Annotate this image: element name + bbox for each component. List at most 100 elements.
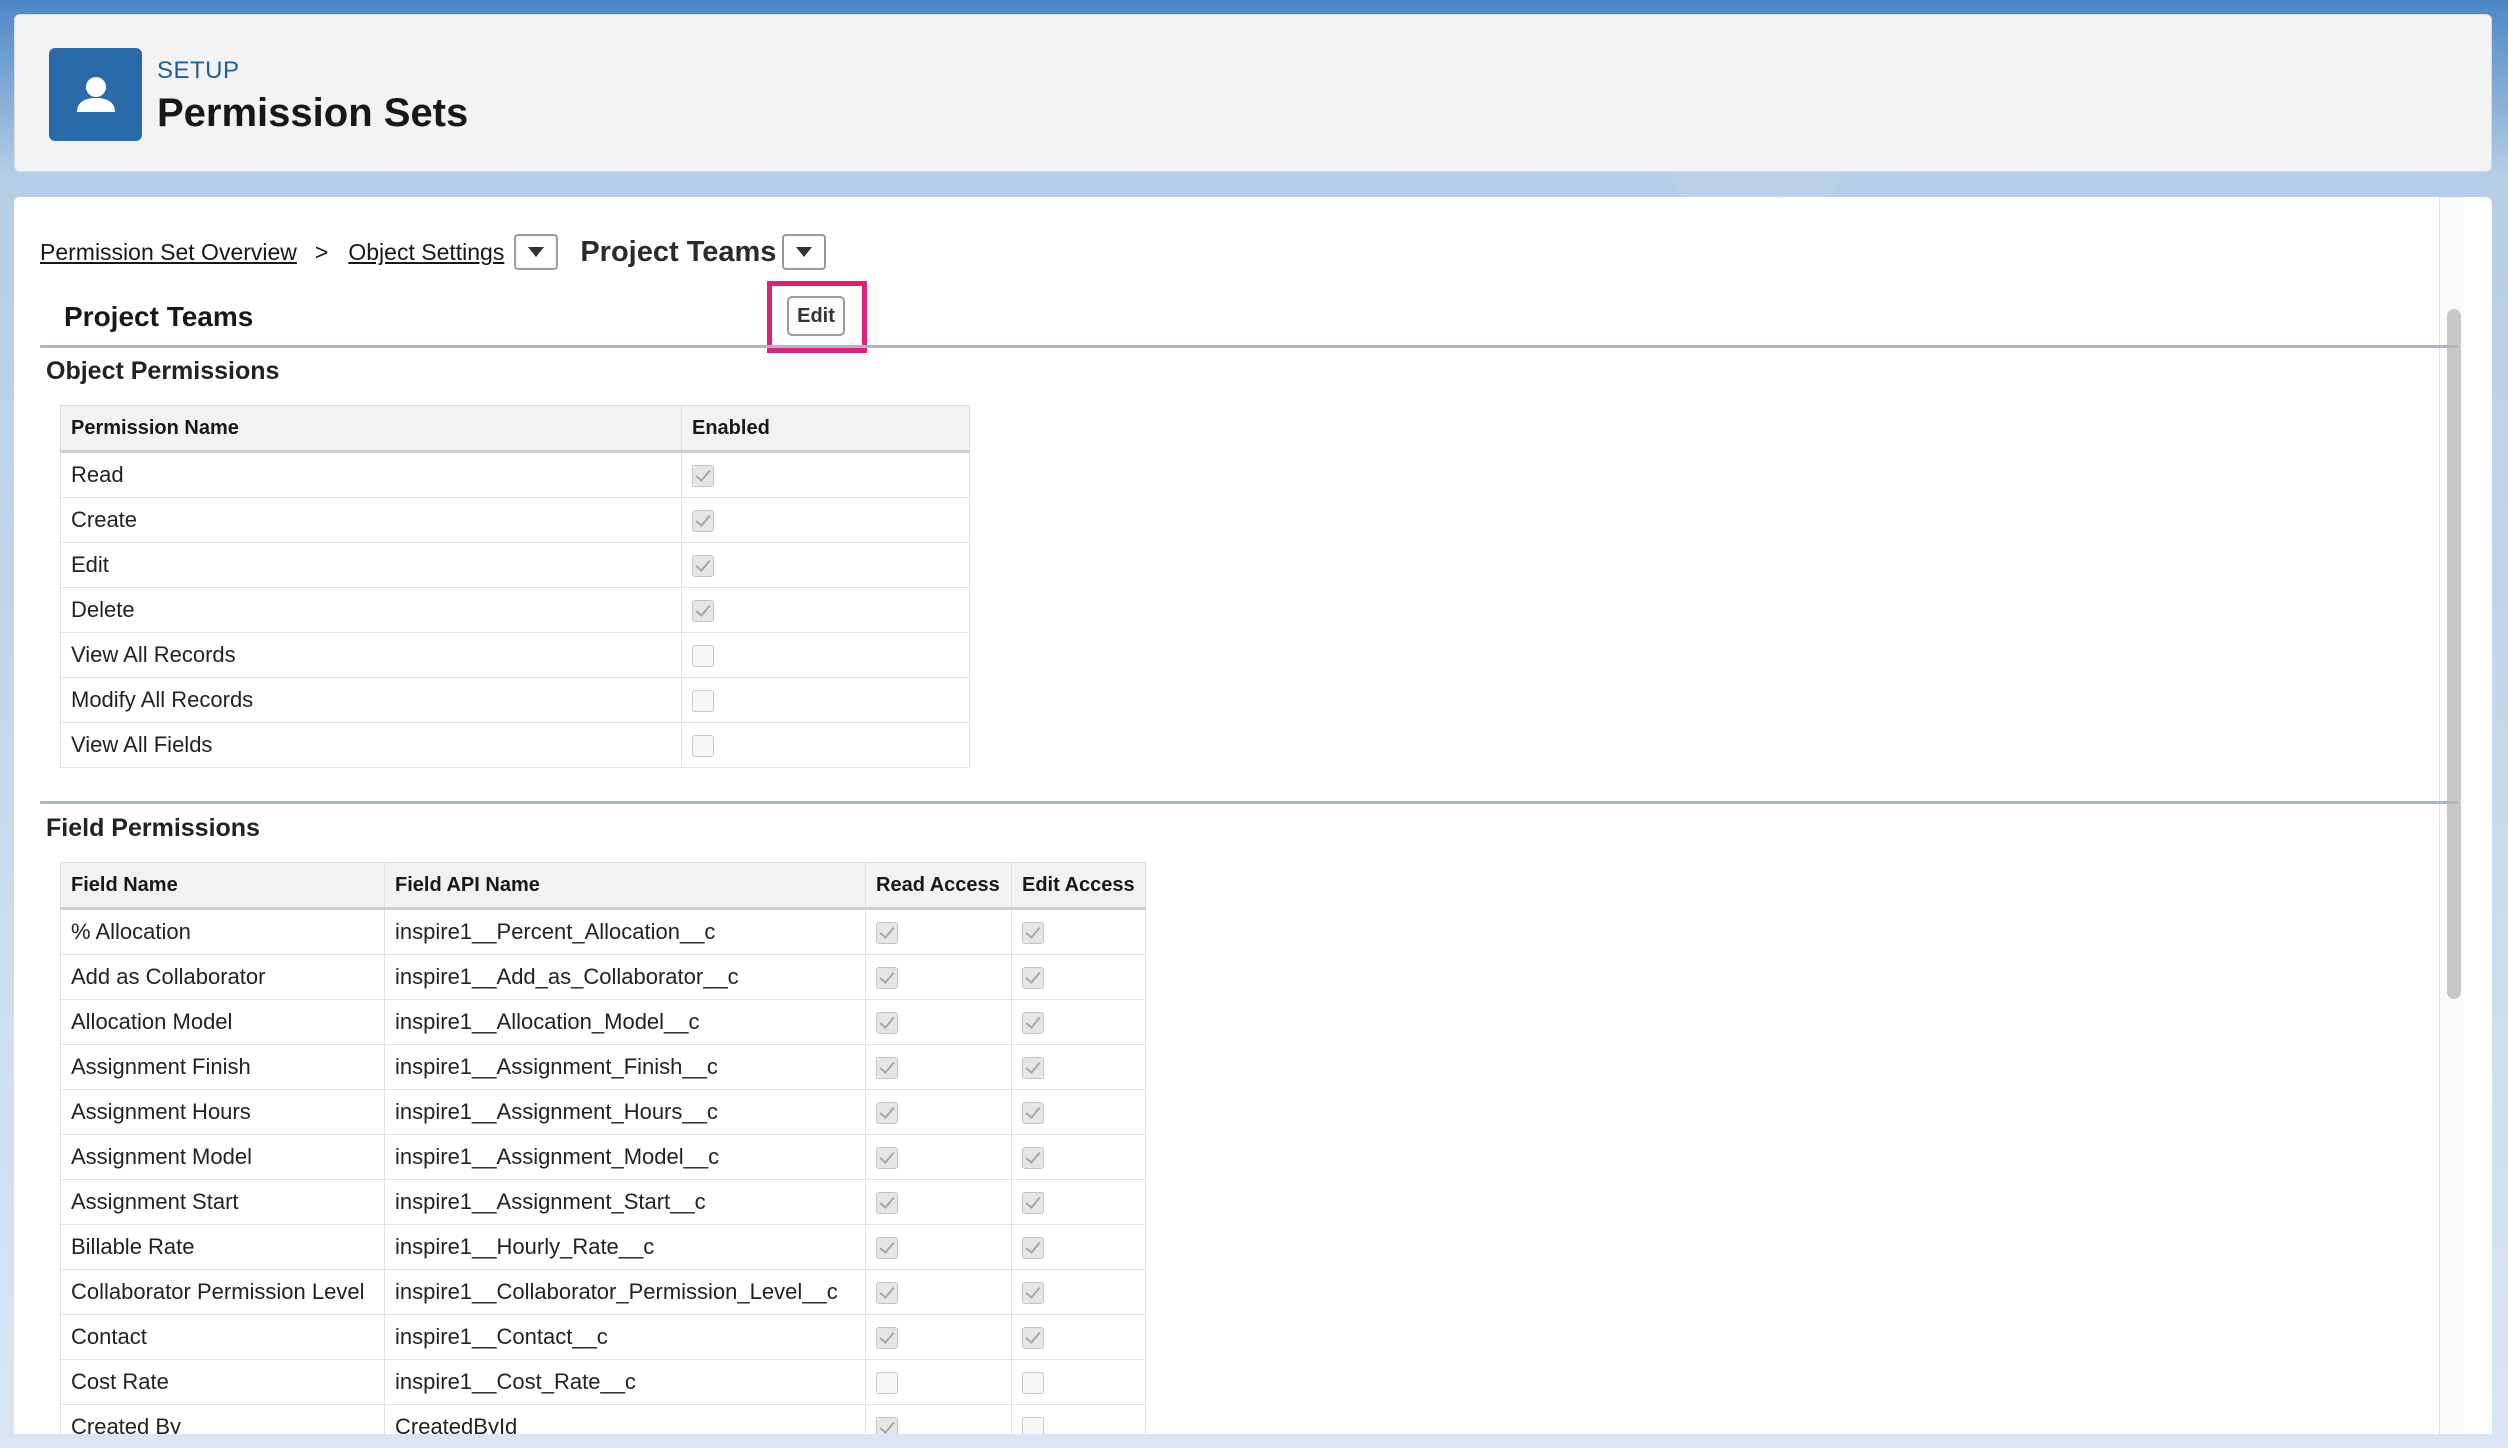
content-panel: Permission Set Overview > Object Setting…	[14, 197, 2492, 1434]
read-access-cell	[865, 1179, 1012, 1225]
read-access-cell	[865, 1404, 1012, 1434]
table-row: Cost Rate inspire1__Cost_Rate__c	[60, 1359, 1146, 1405]
table-row: Edit	[60, 542, 970, 588]
permission-name: Edit	[60, 542, 682, 588]
field-api-name: inspire1__Assignment_Hours__c	[384, 1089, 866, 1135]
breadcrumb-current: Project Teams	[580, 235, 777, 268]
edit-access-checkbox	[1022, 1192, 1044, 1215]
edit-access-checkbox	[1022, 1057, 1044, 1080]
field-permissions-table: Field Name Field API Name Read Access Ed…	[60, 862, 1146, 1434]
user-icon	[49, 48, 142, 141]
column-header: Field API Name	[384, 862, 866, 910]
permission-name: Modify All Records	[60, 677, 682, 723]
permission-name: Read	[60, 451, 682, 498]
edit-access-cell	[1011, 1359, 1146, 1405]
permission-name: View All Fields	[60, 722, 682, 768]
field-api-name: CreatedById	[384, 1404, 866, 1434]
edit-access-checkbox	[1022, 1102, 1044, 1125]
read-access-checkbox	[876, 1012, 898, 1035]
read-access-cell	[865, 1224, 1012, 1270]
field-api-name: inspire1__Add_as_Collaborator__c	[384, 954, 866, 1000]
section-title: Project Teams	[64, 301, 254, 332]
field-api-name: inspire1__Contact__c	[384, 1314, 866, 1360]
field-name: Assignment Hours	[60, 1089, 385, 1135]
read-access-cell	[865, 1044, 1012, 1090]
column-header: Permission Name	[60, 405, 682, 453]
field-api-name: inspire1__Collaborator_Permission_Level_…	[384, 1269, 866, 1315]
table-row: Created By CreatedById	[60, 1404, 1146, 1434]
column-header: Edit Access	[1011, 862, 1146, 910]
scrollbar-thumb[interactable]	[2447, 309, 2461, 999]
table-row: Read	[60, 451, 970, 498]
column-header: Field Name	[60, 862, 385, 910]
read-access-checkbox	[876, 1147, 898, 1170]
edit-access-cell	[1011, 1044, 1146, 1090]
object-permissions-table: Permission Name Enabled Read Create Edit De…	[60, 405, 970, 768]
read-access-checkbox	[876, 1327, 898, 1350]
field-api-name: inspire1__Assignment_Finish__c	[384, 1044, 866, 1090]
edit-access-cell	[1011, 1089, 1146, 1135]
field-name: Allocation Model	[60, 999, 385, 1045]
column-header: Enabled	[681, 405, 970, 453]
edit-button[interactable]: Edit	[787, 296, 845, 336]
read-access-checkbox	[876, 1237, 898, 1260]
enabled-cell	[681, 451, 970, 498]
table-row: Delete	[60, 587, 970, 633]
read-access-cell	[865, 954, 1012, 1000]
edit-access-checkbox	[1022, 1327, 1044, 1350]
table-row: % Allocation inspire1__Percent_Allocation…	[60, 908, 1146, 955]
table-row: Assignment Start inspire1__Assignment_Sta…	[60, 1179, 1146, 1225]
field-name: Add as Collaborator	[60, 954, 385, 1000]
field-api-name: inspire1__Assignment_Start__c	[384, 1179, 866, 1225]
field-name: % Allocation	[60, 908, 385, 955]
read-access-checkbox	[876, 922, 898, 945]
field-api-name: inspire1__Allocation_Model__c	[384, 999, 866, 1045]
read-access-cell	[865, 1134, 1012, 1180]
breadcrumb-overview-link[interactable]: Permission Set Overview	[40, 239, 297, 266]
read-access-cell	[865, 999, 1012, 1045]
edit-access-cell	[1011, 1269, 1146, 1315]
breadcrumb: Permission Set Overview > Object Setting…	[40, 227, 827, 277]
object-permissions-title: Object Permissions	[46, 357, 280, 385]
read-access-checkbox	[876, 1102, 898, 1125]
table-row: Assignment Hours inspire1__Assignment_Hou…	[60, 1089, 1146, 1135]
enabled-checkbox	[692, 465, 714, 488]
enabled-checkbox	[692, 690, 714, 713]
breadcrumb-separator: >	[314, 238, 329, 265]
breadcrumb-object-settings-link[interactable]: Object Settings	[348, 239, 504, 266]
project-teams-dropdown-button[interactable]	[782, 234, 827, 270]
edit-access-checkbox	[1022, 1012, 1044, 1035]
edit-access-cell	[1011, 1404, 1146, 1434]
section-divider	[40, 801, 2458, 804]
section-divider	[40, 345, 2458, 348]
field-name: Assignment Start	[60, 1179, 385, 1225]
permission-name: View All Records	[60, 632, 682, 678]
read-access-cell	[865, 1089, 1012, 1135]
enabled-cell	[681, 542, 970, 588]
permission-name: Delete	[60, 587, 682, 633]
table-row: Contact inspire1__Contact__c	[60, 1314, 1146, 1360]
field-api-name: inspire1__Assignment_Model__c	[384, 1134, 866, 1180]
edit-access-checkbox	[1022, 1282, 1044, 1305]
table-row: Assignment Finish inspire1__Assignment_Fi…	[60, 1044, 1146, 1090]
edit-access-cell	[1011, 1179, 1146, 1225]
field-api-name: inspire1__Hourly_Rate__c	[384, 1224, 866, 1270]
edit-access-cell	[1011, 999, 1146, 1045]
edit-access-cell	[1011, 1134, 1146, 1180]
field-name: Assignment Finish	[60, 1044, 385, 1090]
edit-access-cell	[1011, 1224, 1146, 1270]
read-access-checkbox	[876, 1282, 898, 1305]
read-access-cell	[865, 1314, 1012, 1360]
read-access-checkbox	[876, 1417, 898, 1434]
read-access-cell	[865, 1359, 1012, 1405]
field-name: Assignment Model	[60, 1134, 385, 1180]
page-title: Permission Sets	[157, 91, 469, 135]
field-name: Created By	[60, 1404, 385, 1434]
field-name: Billable Rate	[60, 1224, 385, 1270]
enabled-checkbox	[692, 555, 714, 578]
object-settings-dropdown-button[interactable]	[514, 234, 559, 270]
enabled-cell	[681, 587, 970, 633]
enabled-cell	[681, 497, 970, 543]
column-header: Read Access	[865, 862, 1012, 910]
field-permissions-title: Field Permissions	[46, 814, 260, 842]
